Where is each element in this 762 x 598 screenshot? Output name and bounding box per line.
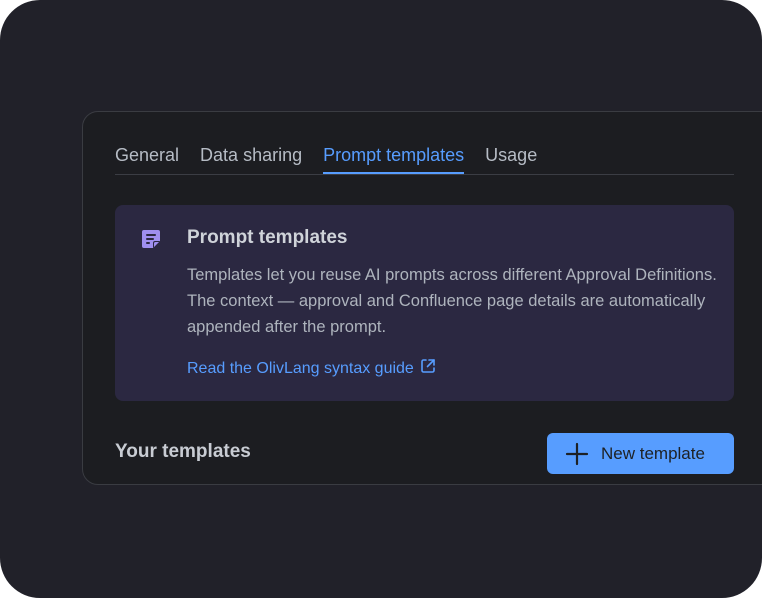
tab-general[interactable]: General [115, 140, 179, 174]
app-background: General Data sharing Prompt templates Us… [0, 0, 762, 598]
syntax-guide-link-label: Read the OlivLang syntax guide [187, 359, 414, 377]
syntax-guide-link[interactable]: Read the OlivLang syntax guide [187, 358, 436, 379]
tab-bar: General Data sharing Prompt templates Us… [115, 140, 734, 175]
note-icon [141, 229, 161, 249]
tab-usage[interactable]: Usage [485, 140, 537, 174]
settings-panel: General Data sharing Prompt templates Us… [82, 111, 762, 485]
new-template-button[interactable]: New template [547, 433, 734, 474]
info-title: Prompt templates [187, 227, 348, 248]
your-templates-heading: Your templates [115, 441, 251, 462]
external-link-icon [420, 358, 436, 379]
info-section-message: Prompt templates Templates let you reuse… [115, 205, 734, 401]
plus-icon [565, 442, 589, 466]
info-description: Templates let you reuse AI prompts acros… [187, 266, 717, 336]
tab-prompt-templates[interactable]: Prompt templates [323, 140, 465, 174]
new-template-label: New template [601, 443, 705, 463]
tab-data-sharing[interactable]: Data sharing [200, 140, 302, 174]
